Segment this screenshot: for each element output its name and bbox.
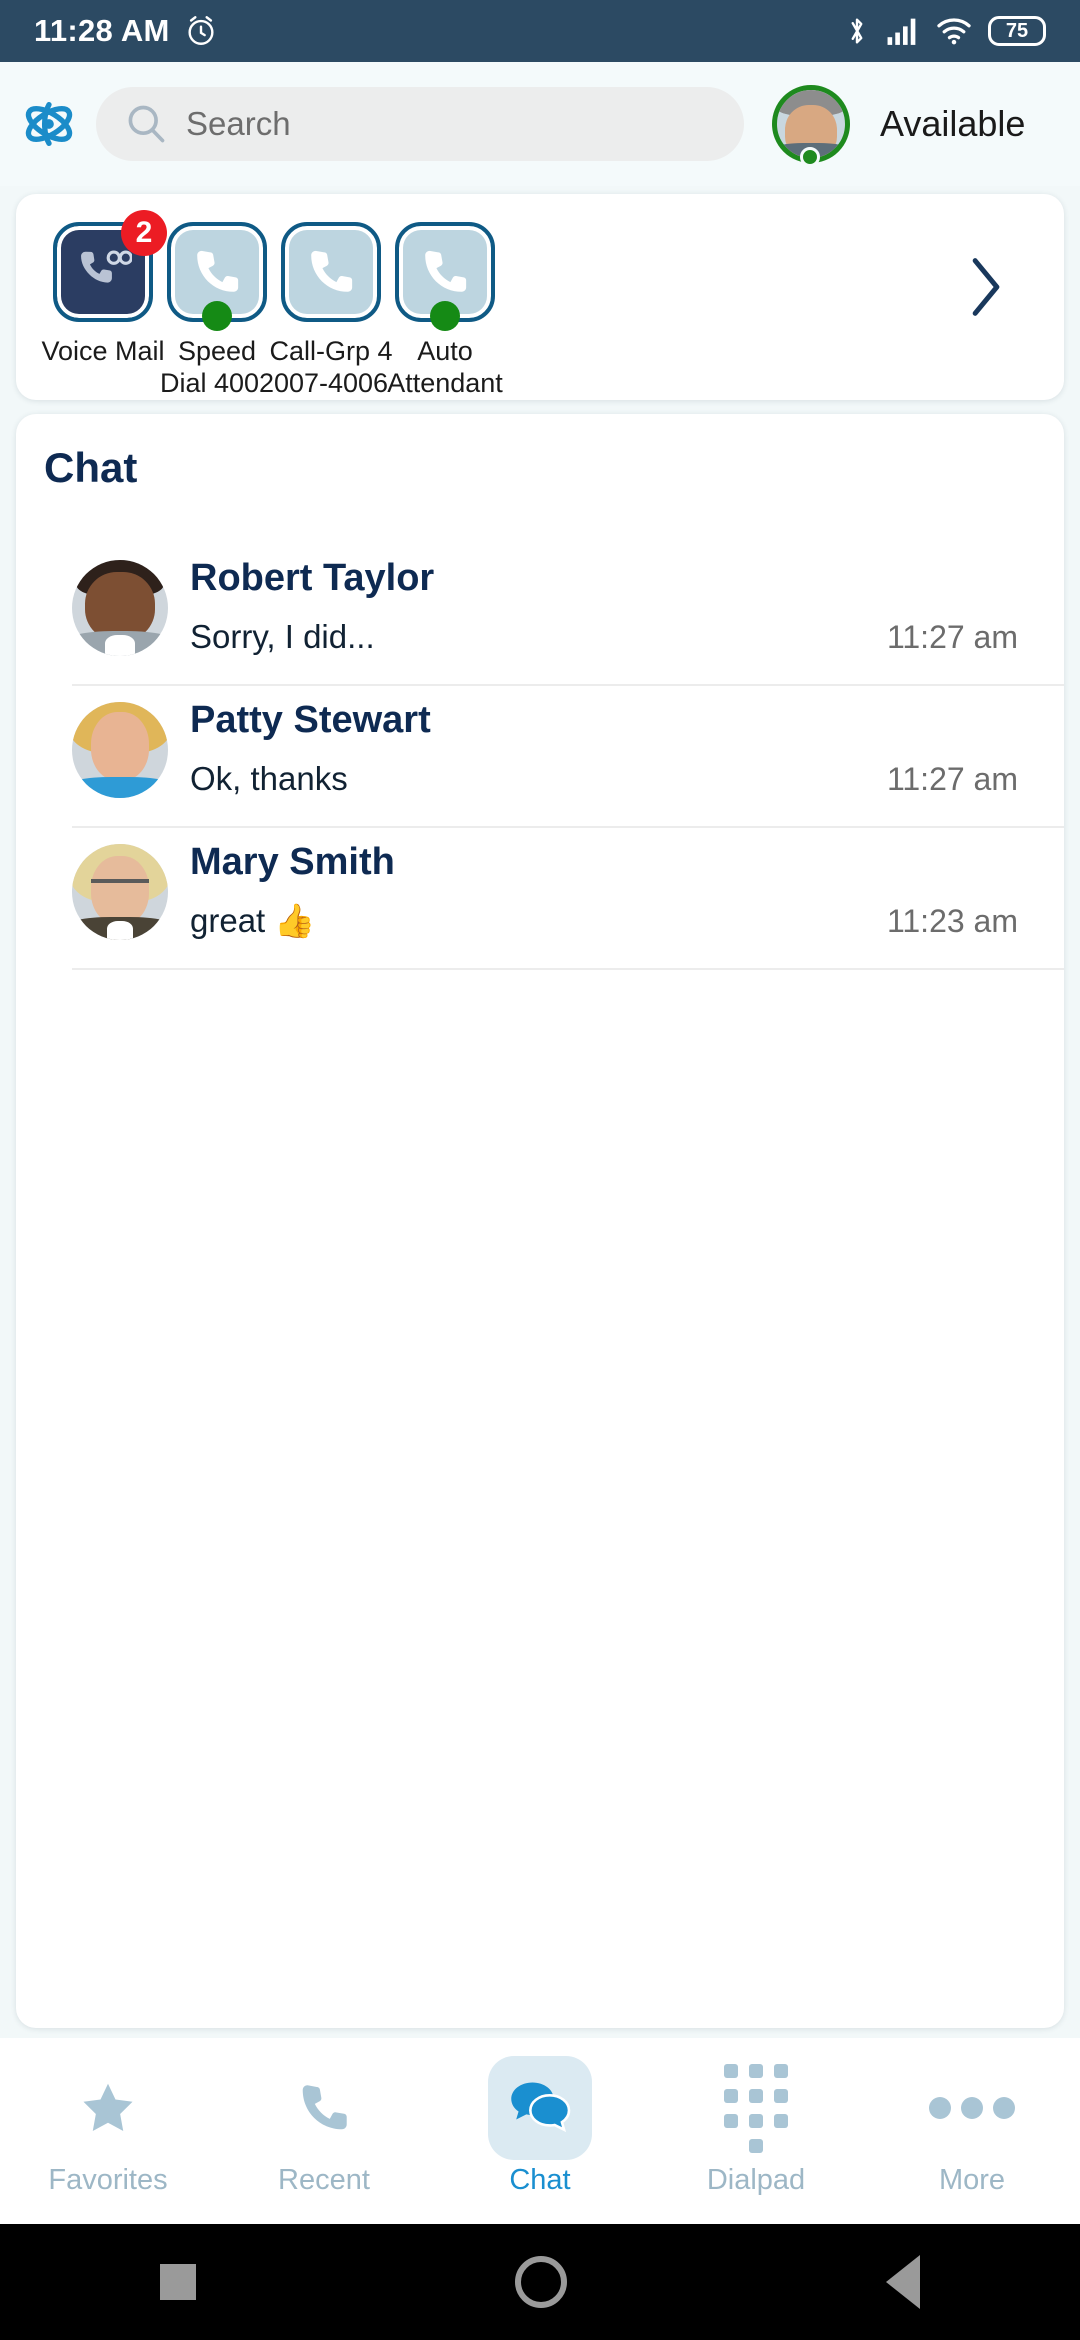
- dialpad-icon: [724, 2063, 788, 2153]
- tab-icon-wrap: [704, 2056, 808, 2160]
- quick-tiles-row: 2 Voice Mail Speed Dial 4002 Call-Grp 4 …: [16, 210, 503, 400]
- quick-tile-badge: 2: [121, 210, 167, 256]
- avatar: [72, 560, 168, 656]
- quick-tile-button-wrap: [281, 222, 381, 322]
- status-bar: 11:28 AM 75: [0, 0, 1080, 62]
- quick-tile-button[interactable]: [281, 222, 381, 322]
- triangle-back-icon[interactable]: [886, 2255, 921, 2309]
- tab-chat[interactable]: Chat: [432, 2056, 648, 2197]
- cellular-signal-icon: [887, 18, 916, 45]
- star-icon: [83, 2083, 133, 2131]
- chat-timestamp: 11:27 am: [886, 618, 1018, 655]
- wifi-icon: [937, 18, 971, 45]
- quick-tile-voice-mail[interactable]: 2 Voice Mail: [41, 210, 167, 368]
- tab-label: Dialpad: [706, 2164, 806, 2196]
- search-placeholder: Search: [186, 105, 291, 142]
- alarm-clock-icon: [188, 16, 214, 45]
- avatar: [72, 844, 168, 940]
- phone-icon: [425, 250, 467, 292]
- quick-tiles-card: 2 Voice Mail Speed Dial 4002 Call-Grp 4 …: [16, 194, 1064, 400]
- bottom-tab-bar: Favorites Recent Chat Dialpad More: [0, 2038, 1080, 2224]
- chat-list: Robert Taylor Sorry, I did... 11:27 am P…: [16, 544, 1064, 970]
- presence-status-label[interactable]: Available: [880, 103, 1025, 145]
- circle-home-icon[interactable]: [514, 2256, 567, 2308]
- search-input[interactable]: Search: [96, 87, 744, 161]
- bluetooth-icon: [851, 18, 863, 44]
- quick-tile-label: Auto Attendant: [383, 336, 507, 400]
- tab-label: Favorites: [48, 2164, 168, 2196]
- status-bar-clock: 11:28 AM: [34, 13, 170, 48]
- status-bar-right: 75: [844, 14, 1046, 48]
- quick-tile-call-group[interactable]: Call-Grp 4 007-4006: [269, 222, 393, 400]
- tab-more[interactable]: More: [864, 2056, 1080, 2197]
- quick-tile-speed-dial[interactable]: Speed Dial 4002: [160, 222, 274, 400]
- avatar: [72, 702, 168, 798]
- android-navigation-bar: [0, 2224, 1080, 2340]
- chat-timestamp: 11:23 am: [886, 902, 1018, 939]
- tab-icon-wrap: [272, 2056, 376, 2160]
- quick-tile-label: Call-Grp 4 007-4006: [269, 336, 393, 400]
- phone-screen: 11:28 AM 75 Search Available 2 Voice Mai…: [0, 0, 1080, 2340]
- tab-favorites[interactable]: Favorites: [0, 2056, 216, 2197]
- tab-label: More: [938, 2164, 1006, 2196]
- ellipsis-icon: [929, 2097, 1015, 2119]
- app-header: Search Available: [0, 62, 1080, 186]
- label-line-1: Call-Grp 4: [269, 336, 393, 366]
- app-logo-icon: [25, 101, 73, 147]
- tab-icon-wrap: [920, 2056, 1024, 2160]
- chat-bubbles-icon: [511, 2082, 571, 2133]
- tab-icon-wrap: [488, 2056, 592, 2160]
- quick-tile-auto-attendant[interactable]: Auto Attendant: [387, 222, 503, 400]
- label-line-2: 007-4006: [273, 367, 389, 398]
- label-line-2: Dial 4002: [159, 367, 275, 398]
- chat-preview-line: Sorry, I did... 11:27 am: [190, 618, 1018, 656]
- phone-icon: [311, 250, 353, 292]
- quick-tile-button-wrap: [167, 222, 267, 331]
- status-bar-left: 11:28 AM: [34, 13, 218, 49]
- tab-label: Chat: [509, 2164, 571, 2196]
- chat-list-empty-space: [16, 970, 1064, 2028]
- label-line-1: Speed: [177, 336, 257, 366]
- page-title: Chat: [44, 444, 138, 491]
- quick-tile-presence-dot: [430, 301, 460, 331]
- tab-label: Recent: [278, 2164, 370, 2196]
- phone-icon: [302, 2085, 347, 2130]
- label-line-1: Auto: [417, 336, 473, 366]
- chat-card: Chat Robert Taylor Sorry, I did... 11:27…: [16, 414, 1064, 2028]
- quick-tile-label: Speed Dial 4002: [155, 336, 279, 400]
- phone-icon: [197, 250, 239, 292]
- voicemail-icon: [81, 250, 132, 283]
- chat-message-preview: great 👍: [190, 901, 316, 939]
- chevron-right-icon[interactable]: [966, 256, 1006, 318]
- chat-contact-name: Patty Stewart: [190, 700, 431, 741]
- chat-list-item[interactable]: Patty Stewart Ok, thanks 11:27 am: [72, 686, 1064, 828]
- my-avatar[interactable]: [772, 85, 850, 167]
- tab-recent[interactable]: Recent: [216, 2056, 432, 2197]
- label-line-2: Attendant: [387, 367, 503, 398]
- battery-indicator: 75: [988, 16, 1046, 46]
- presence-dot: [800, 147, 820, 167]
- tab-dialpad[interactable]: Dialpad: [648, 2056, 864, 2197]
- chat-list-item[interactable]: Mary Smith great 👍 11:23 am: [72, 828, 1064, 970]
- tab-icon-wrap: [56, 2056, 160, 2160]
- quick-tile-button-wrap: 2: [53, 210, 167, 322]
- quick-tile-label: Voice Mail: [41, 336, 165, 366]
- chat-contact-name: Mary Smith: [190, 842, 395, 883]
- search-icon: [128, 105, 165, 143]
- chat-message-preview: Ok, thanks: [190, 759, 348, 797]
- quick-tile-presence-dot: [202, 301, 232, 331]
- square-recents-icon[interactable]: [159, 2264, 196, 2300]
- chat-preview-line: great 👍 11:23 am: [190, 902, 1018, 941]
- chat-message-preview: Sorry, I did...: [190, 617, 375, 655]
- chat-list-item[interactable]: Robert Taylor Sorry, I did... 11:27 am: [72, 544, 1064, 686]
- chat-item-content: Patty Stewart Ok, thanks 11:27 am: [168, 700, 1018, 798]
- chat-preview-line: Ok, thanks 11:27 am: [190, 760, 1018, 798]
- chat-item-content: Robert Taylor Sorry, I did... 11:27 am: [168, 558, 1018, 656]
- chat-contact-name: Robert Taylor: [190, 558, 435, 599]
- chat-timestamp: 11:27 am: [886, 760, 1018, 797]
- quick-tile-button-wrap: [395, 222, 495, 331]
- chat-item-content: Mary Smith great 👍 11:23 am: [168, 842, 1018, 941]
